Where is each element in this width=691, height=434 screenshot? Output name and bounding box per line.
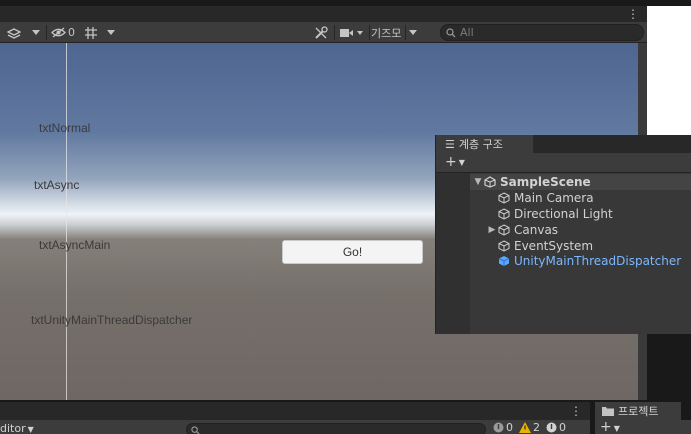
gizmo-button[interactable]: 기즈모 (371, 24, 431, 41)
gizmo-dropdown-icon (409, 30, 418, 35)
gameobject-cube-icon (498, 224, 510, 236)
hierarchy-gutter (436, 173, 470, 334)
unity-scene-icon (484, 176, 496, 188)
grid-icon[interactable] (82, 24, 100, 41)
scene-label-txtunitymainthreaddispatcher[interactable]: txtUnityMainThreadDispatcher (31, 313, 192, 327)
project-tab-label: 프로젝트 (618, 405, 659, 418)
add-object-button[interactable]: + ▼ (445, 154, 465, 170)
warning-toggle[interactable]: 2 (519, 421, 540, 434)
toolbar-divider (46, 25, 47, 40)
list-item-label: Canvas (514, 223, 559, 237)
scene-menu-icon[interactable]: ⋮ (627, 6, 639, 22)
expand-arrow-icon[interactable]: ▼ (472, 177, 484, 187)
camera-icon[interactable] (338, 24, 366, 41)
scene-name: SampleScene (500, 175, 591, 189)
scene-label-txtasyncmain[interactable]: txtAsyncMain (39, 238, 110, 252)
search-placeholder: All (460, 26, 474, 39)
gameobject-cube-icon-blue (498, 255, 510, 267)
inspector-panel-edge (647, 6, 691, 135)
editor-label: ditor (0, 422, 26, 434)
search-icon (191, 426, 200, 434)
console-counts: 0 2 0 (493, 421, 566, 434)
list-icon: ☰ (445, 137, 455, 151)
chevron-down-icon: ▼ (458, 157, 465, 167)
hierarchy-toolbar: + ▼ (436, 153, 691, 173)
list-item[interactable]: EventSystem (470, 238, 691, 254)
console-search-input[interactable] (186, 423, 486, 434)
search-icon (446, 27, 456, 37)
grid-dropdown-icon[interactable] (104, 24, 118, 41)
log-toggle[interactable]: 0 (493, 421, 513, 434)
visibility-toggle[interactable]: 0 (49, 24, 77, 41)
warning-icon (519, 422, 531, 433)
layers-icon[interactable] (6, 24, 22, 41)
canvas-boundary-line (66, 43, 67, 400)
toolbar-divider (334, 25, 335, 40)
gameobject-cube-icon (498, 192, 510, 204)
gameobject-cube-icon (498, 208, 510, 220)
hierarchy-scene-row[interactable]: ▼ SampleScene (470, 174, 691, 190)
toolbar-divider (369, 25, 370, 40)
editor-dropdown[interactable]: ditor ▼ (0, 422, 34, 434)
layers-dropdown-icon[interactable] (29, 24, 43, 41)
collapsed-arrow-icon[interactable]: ▶ (486, 225, 498, 235)
error-toggle[interactable]: 0 (546, 421, 566, 434)
plus-icon: + (445, 154, 457, 170)
tab-hierarchy[interactable]: ☰ 계층 구조 (436, 135, 533, 153)
folder-icon (602, 407, 614, 416)
hidden-eye-icon (51, 27, 66, 38)
scene-tabbar: ⋮ (0, 6, 647, 22)
plus-icon: + (600, 419, 612, 434)
scene-search-input[interactable]: All (440, 24, 644, 41)
go-button[interactable]: Go! (282, 240, 423, 264)
tab-project[interactable]: 프로젝트 (595, 402, 681, 420)
hidden-count: 0 (68, 26, 75, 39)
list-item-label: UnityMainThreadDispatcher (514, 254, 682, 268)
tools-icon[interactable] (313, 24, 329, 41)
project-add-button[interactable]: + ▼ (600, 419, 620, 434)
list-item-label: Main Camera (514, 191, 594, 205)
list-item[interactable]: Directional Light (470, 206, 691, 222)
hierarchy-tabbar: ☰ 계층 구조 (436, 135, 691, 153)
chevron-down-icon: ▼ (27, 425, 34, 434)
hierarchy-panel: ☰ 계층 구조 + ▼ ▼ SampleScene Main Camera Dir… (435, 135, 691, 334)
gameobject-cube-icon (498, 240, 510, 252)
list-item[interactable]: ▶ Canvas (470, 222, 691, 238)
scene-label-txtasync[interactable]: txtAsync (34, 178, 79, 192)
scene-toolbar: 0 기즈모 All (0, 22, 647, 43)
error-icon (546, 422, 557, 433)
hierarchy-tab-label: 계층 구조 (458, 138, 503, 151)
chevron-down-icon: ▼ (613, 424, 620, 433)
list-item-label: Directional Light (514, 207, 613, 221)
console-tabbar: ⋮ (0, 402, 590, 420)
list-item-selected[interactable]: UnityMainThreadDispatcher (470, 253, 691, 269)
console-menu-icon[interactable]: ⋮ (570, 402, 582, 420)
list-item-label: EventSystem (514, 239, 594, 253)
list-item[interactable]: Main Camera (470, 190, 691, 206)
info-icon (493, 422, 504, 433)
gizmo-label: 기즈모 (371, 26, 402, 40)
scene-label-txtnormal[interactable]: txtNormal (39, 121, 90, 135)
